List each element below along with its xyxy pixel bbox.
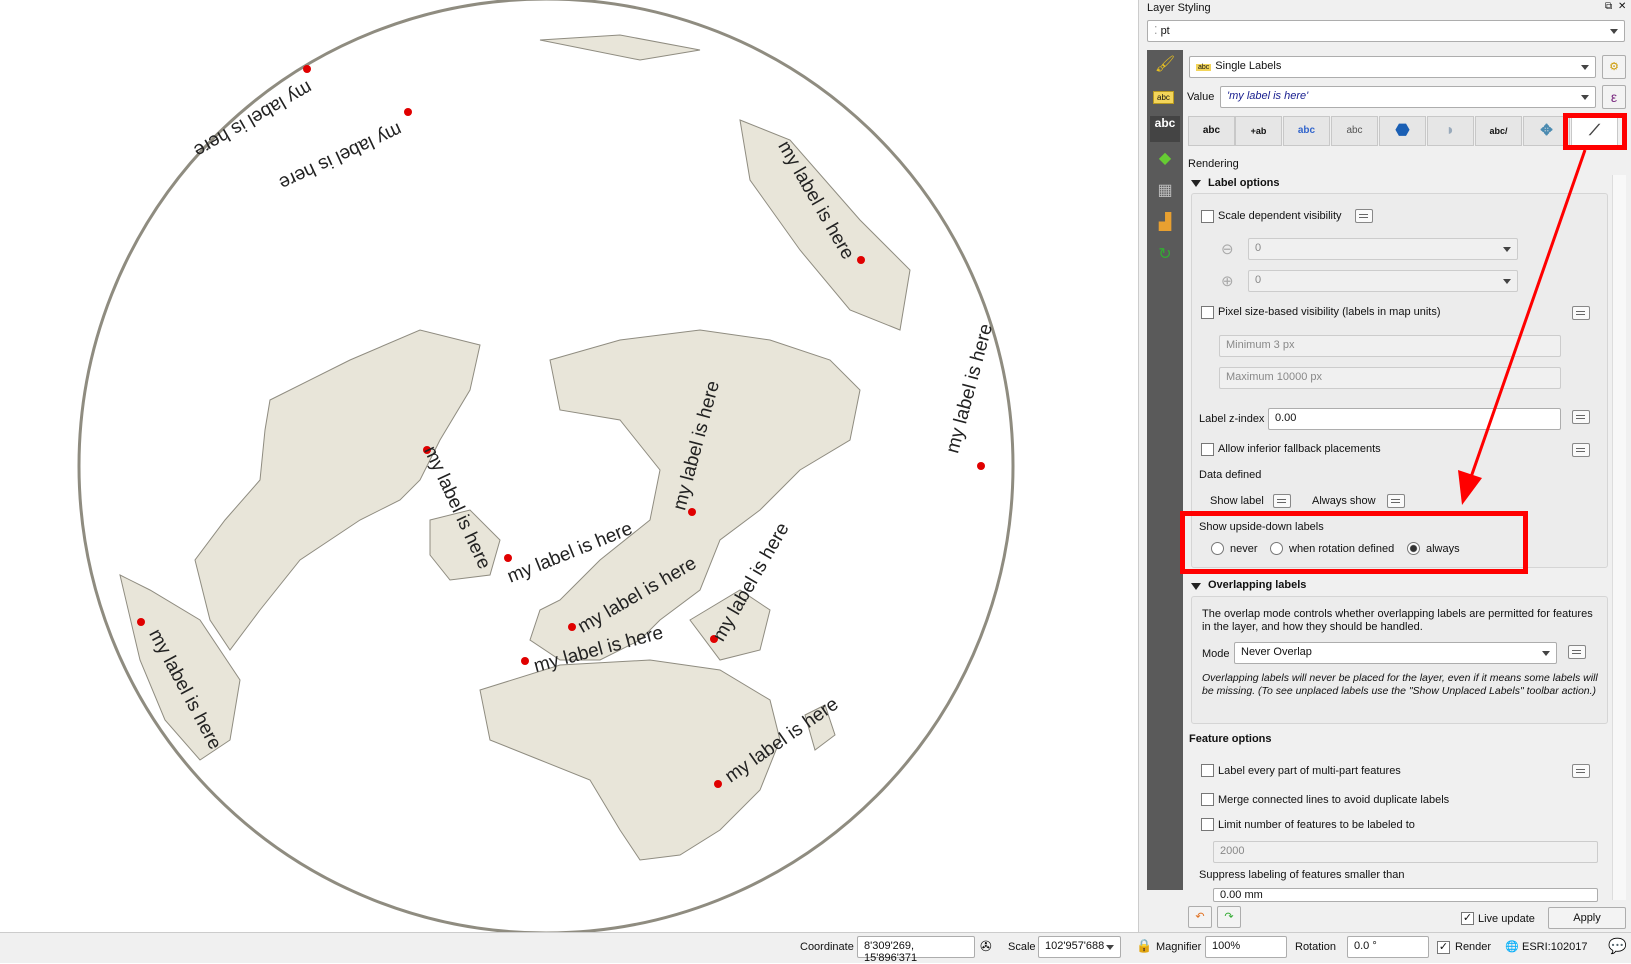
float-icon[interactable]: ⧉ (1605, 1, 1612, 12)
limit-field[interactable]: 2000 (1213, 841, 1598, 863)
render-checkbox[interactable]: ✓ (1437, 941, 1450, 954)
value-expression-field[interactable]: 'my label is here' (1220, 86, 1596, 108)
point-marker (303, 65, 311, 73)
overlap-note: Overlapping labels will never be placed … (1202, 672, 1598, 697)
overlap-description: The overlap mode controls whether overla… (1202, 608, 1593, 633)
data-defined-icon[interactable] (1568, 645, 1586, 659)
rotation-label: Rotation (1295, 941, 1336, 953)
overlap-mode-value: Never Overlap (1241, 646, 1312, 658)
live-update-checkbox[interactable]: ✓ (1461, 912, 1474, 925)
multipart-checkbox[interactable] (1201, 764, 1214, 777)
crs-button[interactable]: ESRI:102017 (1522, 941, 1587, 953)
symbology-icon[interactable]: 🖌 (1150, 54, 1180, 80)
coordinate-field[interactable]: 8'309'269, 15'896'371 (857, 936, 975, 964)
expression-button[interactable]: ε (1602, 85, 1626, 109)
limit-value: 2000 (1220, 845, 1245, 857)
toggle-extents-icon[interactable]: ✇ (980, 938, 992, 955)
coordinate-value: 8'309'269, 15'896'371 (864, 940, 918, 964)
limit-checkbox[interactable] (1201, 818, 1214, 831)
render-label: Render (1455, 941, 1492, 953)
annotation-arrow (1458, 149, 1587, 505)
apply-button[interactable]: Apply (1548, 907, 1626, 929)
coordinate-label: Coordinate (800, 941, 854, 953)
rotation-field[interactable]: 0.0 ° (1347, 936, 1429, 958)
point-marker (404, 108, 412, 116)
multipart-label: Label every part of multi-part features (1218, 765, 1401, 777)
point-marker (137, 618, 145, 626)
value-expression: 'my label is here' (1227, 90, 1309, 102)
globe-icon[interactable]: 🌐 (1505, 940, 1519, 953)
rotation-value: 0.0 ° (1354, 940, 1377, 952)
data-defined-icon[interactable] (1572, 764, 1590, 778)
magnifier-field[interactable]: 100% (1205, 936, 1287, 958)
live-update-label: Live update (1478, 913, 1535, 925)
messages-icon[interactable]: 💬 (1608, 937, 1627, 955)
merge-checkbox[interactable] (1201, 793, 1214, 806)
highlight-upside-down (1180, 511, 1528, 574)
feature-options-heading: Feature options (1189, 733, 1272, 745)
merge-label: Merge connected lines to avoid duplicate… (1218, 794, 1450, 806)
layer-name: pt (1160, 25, 1170, 37)
overlap-mode-select[interactable]: Never Overlap (1234, 642, 1557, 664)
limit-label: Limit number of features to be labeled t… (1218, 819, 1415, 831)
redo-button[interactable]: ↷ (1217, 906, 1241, 928)
value-label-icon: abc (1153, 91, 1174, 104)
value-label: Value (1187, 91, 1215, 103)
point-marker (977, 462, 985, 470)
collapse-overlap-icon[interactable] (1191, 583, 1201, 590)
labels-icon[interactable]: abc (1150, 116, 1180, 142)
suppress-label: Suppress labeling of features smaller th… (1199, 869, 1405, 881)
point-marker (504, 554, 512, 562)
suppress-value: 0.00 mm (1220, 889, 1263, 901)
undo-button[interactable]: ↶ (1188, 906, 1212, 928)
lock-icon[interactable]: 🔒 (1136, 938, 1152, 954)
mode-label: Mode (1202, 648, 1230, 660)
renderer-value: Single Labels (1215, 60, 1282, 72)
scale-label: Scale (1008, 941, 1036, 953)
close-icon[interactable]: ✕ (1618, 1, 1626, 12)
label-icon: abc (1196, 64, 1212, 71)
suppress-field[interactable]: 0.00 mm (1213, 888, 1598, 902)
point-marker (568, 623, 576, 631)
renderer-select[interactable]: abc Single Labels (1189, 56, 1596, 78)
magnifier-label: Magnifier (1156, 941, 1202, 953)
layer-select[interactable]: ⁚ pt (1147, 20, 1625, 42)
map-canvas[interactable]: my label is here my label is here my lab… (0, 0, 1138, 935)
map-svg: my label is here my label is here my lab… (77, 0, 1015, 935)
point-marker (521, 657, 529, 665)
magnifier-value: 100% (1212, 940, 1241, 952)
scale-select[interactable]: 102'957'688 (1038, 936, 1121, 958)
label-rules-settings-button[interactable]: ⚙ (1602, 55, 1626, 79)
point-marker (714, 780, 722, 788)
point-marker (857, 256, 865, 264)
overlap-heading: Overlapping labels (1208, 579, 1307, 591)
panel-title: Layer Styling (1147, 2, 1211, 14)
scale-value: 102'957'688 (1045, 940, 1105, 952)
